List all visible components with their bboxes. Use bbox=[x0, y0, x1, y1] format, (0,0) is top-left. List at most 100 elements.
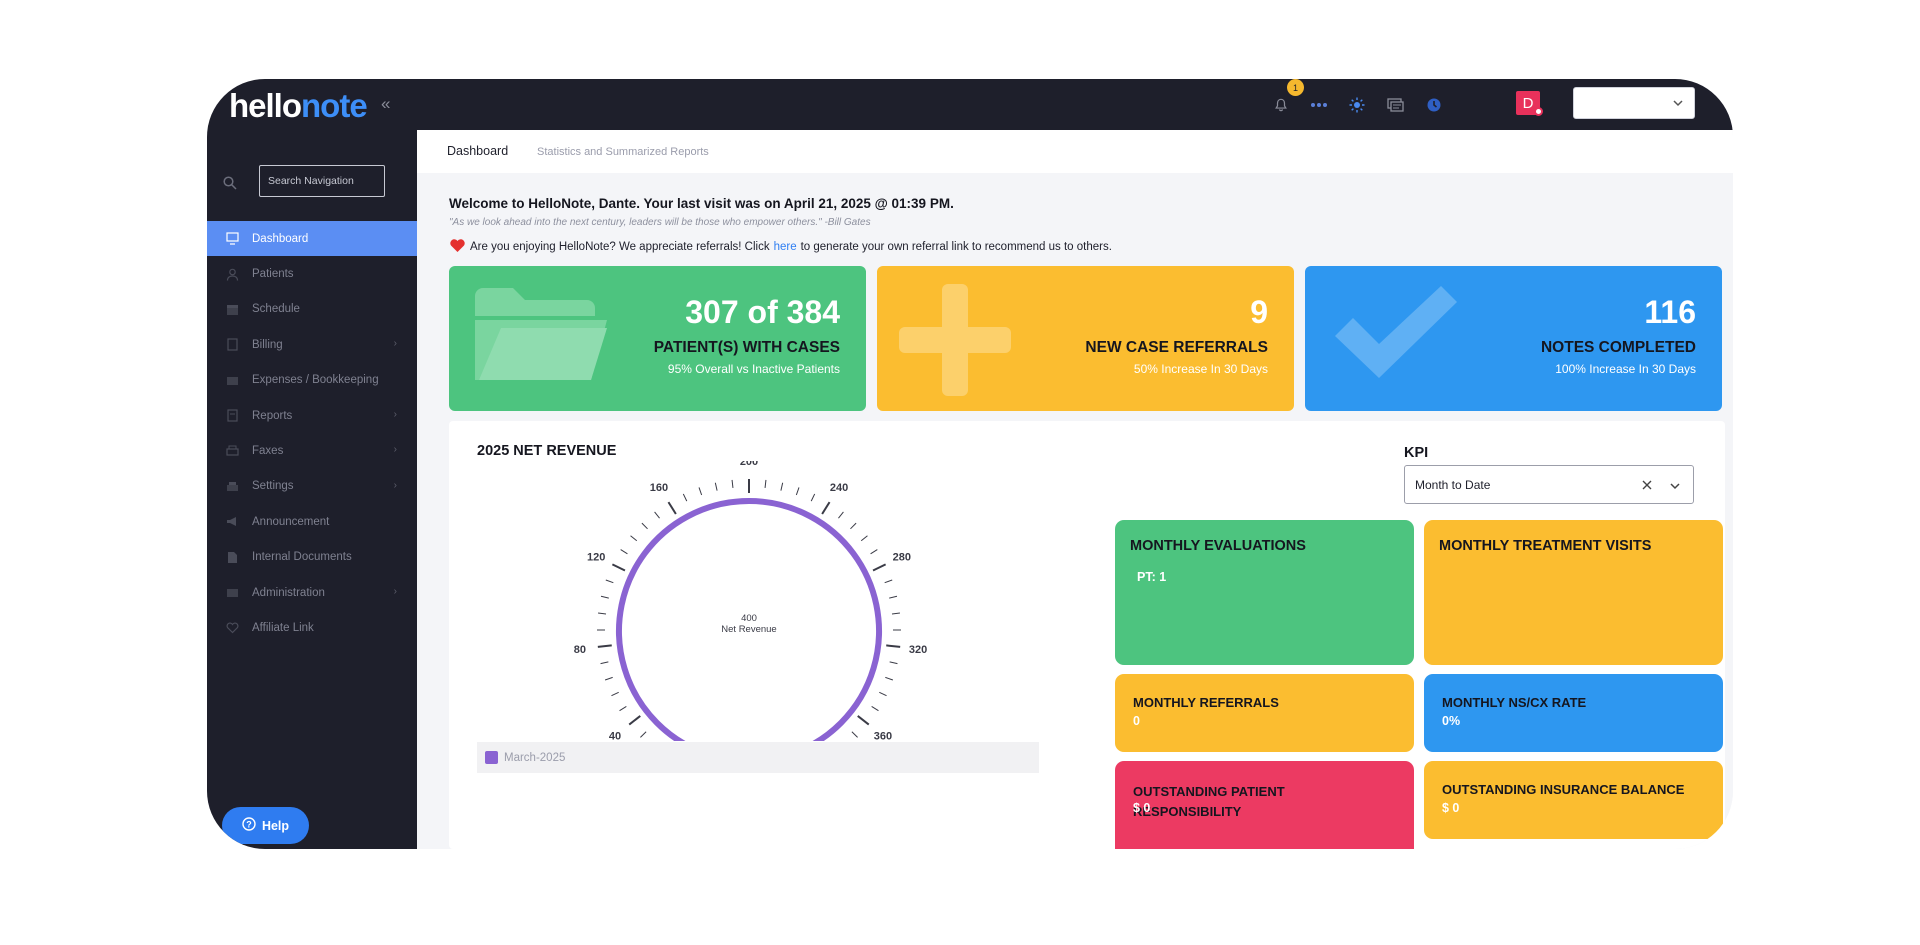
gauge-major-tick bbox=[857, 715, 870, 726]
sidebar-item-internal-documents[interactable]: Internal Documents bbox=[207, 540, 417, 575]
gauge-minor-tick bbox=[795, 487, 800, 496]
gauge-tick-label: 280 bbox=[893, 551, 911, 563]
gauge-minor-tick bbox=[682, 493, 688, 502]
gauge-center-value: 400 bbox=[741, 613, 757, 624]
user-dropdown[interactable] bbox=[1573, 87, 1695, 119]
gauge-legend: March-2025 bbox=[477, 742, 1039, 773]
document-icon bbox=[225, 550, 239, 564]
gauge-minor-tick bbox=[640, 731, 647, 738]
gauge-minor-tick bbox=[604, 676, 613, 681]
gauge-major-tick bbox=[611, 563, 626, 572]
chevron-right-icon: › bbox=[393, 479, 397, 491]
referral-message: Are you enjoying HelloNote? We appreciat… bbox=[449, 238, 1112, 256]
gauge-major-tick bbox=[628, 715, 641, 726]
gauge-minor-tick bbox=[851, 731, 858, 738]
sidebar-item-reports[interactable]: Reports › bbox=[207, 398, 417, 433]
gauge-major-tick bbox=[872, 563, 887, 572]
gauge-minor-tick bbox=[600, 595, 609, 599]
sidebar-item-faxes[interactable]: Faxes › bbox=[207, 433, 417, 468]
sidebar: Dashboard Patients Schedule Billing › Ex… bbox=[207, 130, 425, 849]
sidebar-item-label: Patients bbox=[252, 268, 294, 281]
sidebar-item-label: Announcement bbox=[252, 515, 330, 528]
legend-swatch bbox=[485, 751, 498, 764]
gauge-major-tick bbox=[597, 644, 612, 648]
sidebar-nav: Dashboard Patients Schedule Billing › Ex… bbox=[207, 221, 425, 646]
megaphone-icon bbox=[225, 515, 239, 529]
sidebar-item-administration[interactable]: Administration › bbox=[207, 575, 417, 610]
report-icon bbox=[225, 409, 239, 423]
gauge-minor-tick bbox=[714, 482, 718, 491]
monthly-nscx-rate-card[interactable]: MONTHLY NS/CX RATE 0% bbox=[1424, 674, 1723, 752]
sidebar-item-schedule[interactable]: Schedule bbox=[207, 292, 417, 327]
chevron-right-icon: › bbox=[393, 408, 397, 420]
sidebar-item-label: Reports bbox=[252, 409, 293, 422]
admin-icon bbox=[225, 586, 239, 600]
sidebar-item-announcement[interactable]: Announcement bbox=[207, 504, 417, 539]
fax-icon bbox=[225, 444, 239, 458]
gauge-tick-label: 40 bbox=[609, 731, 621, 741]
kpi-label: KPI bbox=[1404, 445, 1429, 461]
folder-icon bbox=[471, 284, 611, 389]
sidebar-item-settings[interactable]: Settings › bbox=[207, 469, 417, 504]
sidebar-item-label: Administration bbox=[252, 586, 325, 599]
settings-icon bbox=[225, 479, 239, 493]
more-dots-icon[interactable] bbox=[1308, 94, 1330, 116]
messages-icon[interactable] bbox=[1384, 94, 1406, 116]
gauge-minor-tick bbox=[838, 511, 844, 519]
gauge-minor-tick bbox=[885, 676, 894, 681]
chevron-down-icon[interactable] bbox=[1669, 479, 1681, 497]
help-button[interactable]: ? Help bbox=[222, 807, 309, 844]
clock-icon[interactable] bbox=[1423, 94, 1445, 116]
sidebar-item-expenses[interactable]: Expenses / Bookkeeping bbox=[207, 363, 417, 398]
outstanding-patient-responsibility-card[interactable]: OUTSTANDING PATIENT RESPONSIBILITY $ 0 bbox=[1115, 761, 1414, 849]
question-circle-icon: ? bbox=[242, 817, 256, 834]
tab-dashboard[interactable]: Dashboard bbox=[447, 144, 508, 158]
gauge-tick-label: 200 bbox=[740, 461, 758, 468]
check-icon bbox=[1327, 284, 1457, 389]
new-case-referrals-card[interactable]: 9 NEW CASE REFERRALS 50% Increase In 30 … bbox=[877, 266, 1294, 411]
sun-icon[interactable] bbox=[1346, 94, 1368, 116]
legend-label: March-2025 bbox=[504, 751, 566, 764]
gauge-minor-tick bbox=[620, 549, 628, 555]
notes-completed-card[interactable]: 116 NOTES COMPLETED 100% Increase In 30 … bbox=[1305, 266, 1722, 411]
gauge-minor-tick bbox=[884, 579, 893, 584]
sidebar-item-label: Faxes bbox=[252, 445, 284, 458]
kpi-period-select[interactable]: Month to Date bbox=[1404, 465, 1694, 504]
sidebar-item-affiliate-link[interactable]: Affiliate Link bbox=[207, 610, 417, 645]
bell-icon[interactable] bbox=[1270, 94, 1292, 116]
gauge-minor-tick bbox=[780, 482, 784, 491]
search-navigation-input[interactable] bbox=[259, 165, 385, 197]
collapse-sidebar-icon[interactable]: « bbox=[381, 94, 390, 114]
gauge-minor-tick bbox=[654, 511, 660, 519]
hellonote-logo[interactable]: hellonote bbox=[229, 87, 368, 125]
monthly-evaluations-card[interactable]: MONTHLY EVALUATIONS PT: 1 bbox=[1115, 520, 1414, 665]
gauge-minor-tick bbox=[764, 479, 767, 488]
gauge-minor-tick bbox=[600, 661, 609, 665]
sidebar-item-label: Settings bbox=[252, 480, 294, 493]
sidebar-item-label: Affiliate Link bbox=[252, 621, 314, 634]
chevron-right-icon: › bbox=[393, 444, 397, 456]
sidebar-item-dashboard[interactable]: Dashboard bbox=[207, 221, 425, 257]
gauge-major-tick bbox=[886, 644, 901, 648]
tab-bar: Dashboard Statistics and Summarized Repo… bbox=[417, 130, 1733, 173]
monthly-referrals-card[interactable]: MONTHLY REFERRALS 0 bbox=[1115, 674, 1414, 752]
gauge-minor-tick bbox=[731, 479, 734, 488]
referral-link[interactable]: here bbox=[774, 241, 797, 253]
outstanding-insurance-balance-card[interactable]: OUTSTANDING INSURANCE BALANCE $ 0 bbox=[1424, 761, 1723, 839]
gauge-tick-label: 360 bbox=[874, 731, 892, 741]
billing-icon bbox=[225, 338, 239, 352]
main-content: Dashboard Statistics and Summarized Repo… bbox=[417, 130, 1733, 849]
monthly-treatment-visits-card[interactable]: MONTHLY TREATMENT VISITS bbox=[1424, 520, 1723, 665]
gauge-minor-tick bbox=[871, 706, 879, 712]
tab-statistics[interactable]: Statistics and Summarized Reports bbox=[537, 146, 709, 158]
gauge-major-tick bbox=[821, 501, 831, 515]
clear-icon[interactable] bbox=[1641, 478, 1653, 496]
gauge-minor-tick bbox=[698, 487, 703, 496]
gauge-minor-tick bbox=[630, 535, 638, 542]
revenue-title: 2025 NET REVENUE bbox=[477, 443, 617, 459]
sidebar-item-billing[interactable]: Billing › bbox=[207, 327, 417, 362]
gauge-major-tick bbox=[667, 501, 677, 515]
patients-with-cases-card[interactable]: 307 of 384 PATIENT(S) WITH CASES 95% Ove… bbox=[449, 266, 866, 411]
gauge-minor-tick bbox=[891, 612, 900, 615]
sidebar-item-patients[interactable]: Patients bbox=[207, 256, 417, 291]
